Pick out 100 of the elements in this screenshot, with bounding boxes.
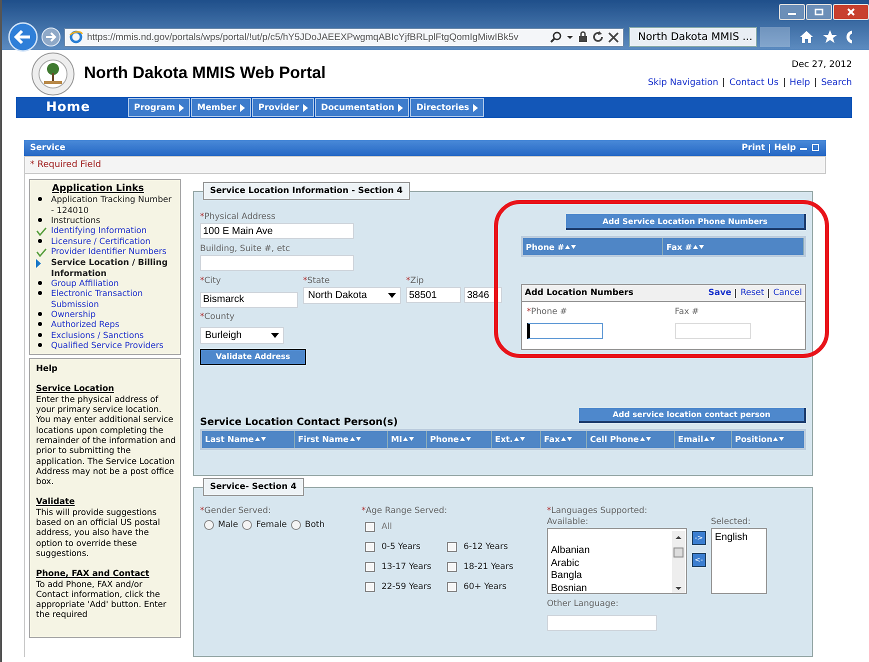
list-item[interactable]: English	[714, 532, 763, 544]
step-link[interactable]: Group Affiliation	[51, 278, 119, 288]
select-field[interactable]: North Dakota	[303, 287, 401, 304]
field-label: Age Range Served:	[366, 506, 448, 516]
select-field[interactable]: Burleigh	[200, 326, 284, 344]
header-link[interactable]: Search	[821, 78, 852, 88]
step-link[interactable]: Ownership	[51, 308, 96, 320]
back-button[interactable]	[8, 22, 38, 52]
panel-title: Service	[30, 143, 66, 153]
sort-icon	[403, 436, 414, 442]
list-item[interactable]: Bangla	[550, 570, 668, 582]
required-mark: *	[200, 212, 204, 222]
links-heading: Application Links	[51, 184, 145, 194]
section-legend: Service Location Information - Section 4	[203, 182, 410, 200]
table-title: Service Location Contact Person(s)	[200, 416, 398, 428]
checkbox[interactable]	[447, 562, 458, 572]
checkbox[interactable]	[365, 522, 376, 532]
star-icon[interactable]	[823, 30, 837, 44]
bullet-icon	[38, 291, 42, 296]
form-title: Add Location Numbers	[524, 288, 634, 298]
nav-menu-item[interactable]: Member	[191, 98, 252, 117]
panel-link[interactable]: Help	[774, 143, 796, 153]
step-link[interactable]: Identifying Information	[51, 225, 147, 236]
list-box[interactable]: Albanian Arabic Bangla Bosnian	[546, 528, 687, 594]
step-link[interactable]: Qualified Service Providers	[51, 340, 164, 350]
sort-header[interactable]: Email	[675, 430, 732, 448]
step-link[interactable]: Licensure / Certification	[51, 236, 150, 246]
nav-menu-item[interactable]: Provider	[252, 98, 314, 117]
field-label: State	[307, 276, 330, 286]
step-link[interactable]: Electronic Transaction Submission	[51, 288, 176, 309]
sort-header[interactable]: Fax #	[663, 238, 804, 255]
panel-link[interactable]: Print	[742, 143, 766, 153]
input-field[interactable]: 58501	[406, 287, 461, 303]
scrollbar[interactable]	[672, 531, 685, 593]
sort-header[interactable]: Fax	[541, 430, 587, 448]
sort-header[interactable]: Cell Phone	[587, 430, 675, 448]
nav-menu-item[interactable]: Directories	[410, 98, 484, 117]
form-link[interactable]: Cancel	[773, 288, 802, 298]
bullet-icon	[38, 342, 42, 347]
help-topic: Validate	[36, 496, 76, 507]
list-box[interactable]: English	[710, 528, 767, 594]
caret-icon	[240, 104, 246, 112]
bullet-icon	[38, 239, 42, 244]
nav-menu-item[interactable]: Program	[128, 98, 190, 117]
required-mark: *	[200, 312, 204, 322]
sort-header[interactable]: MI	[388, 430, 427, 448]
option-label: 13-17 Years	[381, 562, 432, 572]
step-link[interactable]: Exclusions / Sanctions	[51, 330, 144, 340]
stop-icon[interactable]	[608, 32, 619, 42]
sort-header[interactable]: Phone	[427, 430, 492, 448]
form-link[interactable]: Save	[708, 288, 732, 298]
sort-icon	[254, 436, 266, 442]
sort-header[interactable]: Position	[732, 430, 804, 448]
field-label: Gender Served:	[204, 506, 271, 516]
sort-header[interactable]: Last Name	[202, 430, 295, 448]
input-field[interactable]	[526, 322, 603, 338]
field-label: Building, Suite #, etc	[200, 244, 290, 254]
checkbox[interactable]	[365, 542, 376, 552]
forward-button[interactable]	[41, 27, 61, 47]
list-item[interactable]: Arabic	[550, 558, 668, 570]
bullet-icon	[38, 281, 42, 286]
checkbox[interactable]	[447, 582, 458, 592]
step-link[interactable]: Provider Identifier Numbers	[51, 246, 167, 258]
header-link[interactable]: Contact Us	[729, 78, 779, 88]
date-text: Dec 27, 2012	[792, 60, 852, 70]
input-field[interactable]	[200, 255, 354, 271]
sort-icon	[560, 436, 572, 442]
refresh-icon[interactable]	[592, 31, 604, 43]
list-item[interactable]: Bosnian	[550, 582, 668, 595]
checkbox[interactable]	[447, 542, 458, 552]
maximize-icon[interactable]	[806, 4, 832, 20]
radio-button[interactable]	[290, 520, 301, 530]
header-link[interactable]: Skip Navigation	[648, 78, 718, 88]
address-bar[interactable]: https://mmis.nd.gov/portals/wps/portal/!ut/p/c5/hY5JDoJAEEXPwgmqABIcYjfBRLplFtgQomIgMiwIBk5v	[64, 28, 624, 46]
close-icon[interactable]	[833, 4, 869, 20]
radio-button[interactable]	[204, 520, 214, 530]
home-icon[interactable]	[799, 30, 814, 44]
caret-icon	[271, 332, 279, 338]
option-label: 60+ Years	[463, 582, 507, 592]
checkbox[interactable]	[365, 582, 376, 592]
form-link[interactable]: Reset	[740, 288, 764, 298]
input-field[interactable]	[546, 614, 657, 630]
current-step: Service Location / Billing Information	[51, 257, 176, 278]
minimize-icon[interactable]	[779, 4, 805, 20]
sort-header[interactable]: Phone #	[522, 238, 664, 255]
header-link[interactable]: Help	[790, 78, 810, 88]
sort-header[interactable]: Ext.	[492, 430, 541, 448]
list-item[interactable]: Albanian	[550, 545, 668, 558]
input-field[interactable]: Bismarck	[200, 292, 298, 308]
sort-header[interactable]: First Name	[295, 430, 388, 448]
radio-button[interactable]	[242, 520, 252, 530]
input-field[interactable]: 100 E Main Ave	[200, 223, 354, 239]
search-icon[interactable]	[550, 31, 562, 43]
browser-tab[interactable]: North Dakota MMIS ...	[629, 27, 757, 47]
home-link[interactable]: Home	[16, 100, 128, 115]
step-link[interactable]: Authorized Reps	[51, 319, 120, 330]
checkbox[interactable]	[365, 562, 376, 572]
sort-icon	[640, 436, 651, 442]
nav-menu-item[interactable]: Documentation	[315, 98, 410, 117]
required-mark: *	[303, 276, 308, 286]
